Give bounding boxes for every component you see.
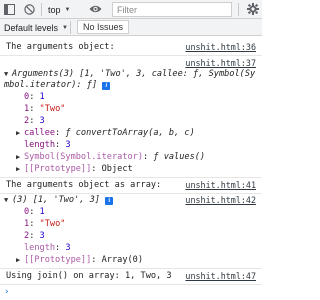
callee-row[interactable]: ▶ callee: ƒ convertToArray(a, b, c): [0, 127, 262, 139]
source-link[interactable]: unshit.html:36: [185, 41, 256, 53]
property-value: 1: [39, 92, 45, 102]
prompt-chevron-icon: ›: [4, 287, 10, 297]
console-levels-bar: Default levels ▼ No Issues: [0, 19, 262, 36]
array-summary-text: (3) [1, 'Two', 3]: [12, 195, 100, 205]
prototype-row[interactable]: ▶ [[Prototype]]: Array(0): [0, 254, 262, 266]
console-prompt[interactable]: ›: [0, 286, 262, 298]
console-toolbar: top ▼ Filter: [0, 0, 262, 19]
context-selector[interactable]: top ▼: [48, 3, 70, 16]
property-key: 2: [24, 116, 30, 126]
collapsed-triangle-icon[interactable]: ▶: [16, 163, 24, 175]
property-key: 1: [24, 104, 30, 114]
dropdown-arrow-icon: ▼: [64, 6, 71, 13]
console-message: The arguments object: unshit.html:36: [0, 41, 262, 53]
property-value: "Two": [39, 219, 66, 229]
property-value: 3: [65, 243, 71, 253]
array-summary[interactable]: ▼ (3) [1, 'Two', 3] i unshit.html:42: [0, 194, 262, 206]
context-label: top: [48, 4, 61, 15]
summary-text-1: Arguments(3) [1, 'Two', 3, callee: ƒ, Sy…: [12, 69, 256, 79]
property-key: length: [24, 140, 56, 150]
console-message: Using join() on array: 1, Two, 3 unshit.…: [0, 270, 262, 282]
property-row: 2: 3: [24, 116, 45, 126]
collapsed-triangle-icon[interactable]: ▶: [16, 151, 24, 163]
property-key: [[Prototype]]: [24, 164, 92, 174]
property-key: Symbol(Symbol.iterator): [24, 152, 143, 162]
filter-input[interactable]: Filter: [112, 2, 232, 17]
property-value: Array(0): [101, 255, 144, 265]
property-row: 1: "Two": [24, 104, 66, 114]
summary-text-2: mbol.iterator): ƒ]: [4, 80, 98, 90]
log-text: The arguments object:: [6, 42, 115, 52]
property-value: ƒ values(): [153, 152, 206, 162]
chevron-down-icon: ▼: [62, 24, 68, 31]
property-value: 3: [39, 116, 45, 126]
property-value: 3: [39, 231, 45, 241]
property-row: 0: 1: [24, 92, 45, 102]
info-icon[interactable]: i: [105, 197, 114, 205]
arguments-summary-cont: mbol.iterator): ƒ] i: [0, 79, 262, 91]
property-row: 2: 3: [24, 231, 45, 241]
property-row: 1: "Two": [24, 219, 66, 229]
filter-placeholder: Filter: [117, 5, 137, 15]
property-key: 1: [24, 219, 30, 229]
settings-gear-icon[interactable]: [247, 3, 259, 15]
log-text: The arguments object as array:: [6, 180, 162, 190]
property-key: 0: [24, 207, 30, 217]
property-key: [[Prototype]]: [24, 255, 92, 265]
property-key: callee: [24, 128, 56, 138]
source-link[interactable]: unshit.html:47: [185, 270, 256, 282]
info-icon[interactable]: i: [102, 82, 111, 90]
property-row: 0: 1: [24, 207, 45, 217]
log-text: Using join() on array: 1, Two, 3: [6, 271, 172, 281]
property-row: length: 3: [24, 140, 71, 150]
property-value: ƒ convertToArray(a, b, c): [65, 128, 195, 138]
property-value: 1: [39, 207, 45, 217]
source-link[interactable]: unshit.html:41: [185, 179, 256, 191]
default-levels-dropdown[interactable]: Default levels ▼: [4, 21, 68, 34]
symbol-row[interactable]: ▶ Symbol(Symbol.iterator): ƒ values(): [0, 151, 262, 163]
property-value: "Two": [39, 104, 66, 114]
clear-console-icon[interactable]: [24, 4, 35, 15]
sidebar-toggle-icon[interactable]: [4, 4, 15, 15]
property-value: Object: [101, 164, 133, 174]
collapsed-triangle-icon[interactable]: ▶: [16, 127, 24, 139]
property-value: 3: [65, 140, 71, 150]
property-key: 0: [24, 92, 30, 102]
console-message: The arguments object as array: unshit.ht…: [0, 179, 262, 191]
levels-label: Default levels: [4, 22, 59, 33]
issues-button[interactable]: No Issues: [77, 20, 130, 34]
collapsed-triangle-icon[interactable]: ▶: [16, 254, 24, 266]
property-key: length: [24, 243, 56, 253]
property-key: 2: [24, 231, 30, 241]
source-link[interactable]: unshit.html:42: [185, 194, 256, 206]
issues-label: No Issues: [83, 22, 124, 32]
prototype-row[interactable]: ▶ [[Prototype]]: Object: [0, 163, 262, 175]
expanded-triangle-icon[interactable]: ▼: [4, 194, 12, 206]
property-row: length: 3: [24, 243, 71, 253]
live-expression-eye-icon[interactable]: [89, 4, 102, 14]
